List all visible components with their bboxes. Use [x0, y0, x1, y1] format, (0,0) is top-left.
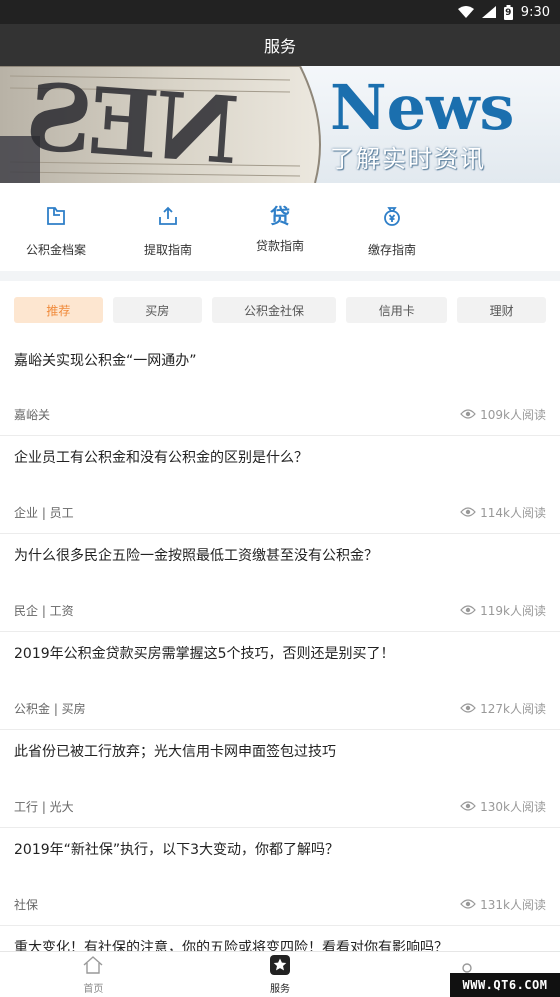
article-tags: 嘉峪关 — [14, 408, 51, 422]
banner-subtitle: 了解实时资讯 — [330, 145, 486, 173]
quick-link-label: 缴存指南 — [367, 243, 416, 257]
home-icon — [82, 955, 104, 978]
battery-icon: 9 — [503, 4, 513, 20]
nav-label: 服务 — [270, 983, 290, 995]
article-views: 119k人阅读 — [480, 604, 546, 618]
battery-level: 9 — [505, 7, 512, 18]
article-item[interactable]: 2019年“新社保”执行，以下3大变动，你都了解吗？ 社保 131k人阅读 — [0, 828, 560, 926]
article-tags: 工行 | 光大 — [14, 800, 74, 814]
nav-service[interactable]: 服务 — [187, 952, 374, 997]
loan-icon: 贷 — [270, 204, 290, 228]
article-tags: 社保 — [14, 898, 39, 912]
article-views: 114k人阅读 — [480, 506, 546, 520]
eye-icon — [460, 800, 476, 814]
tab-credit-card[interactable]: 信用卡 — [346, 297, 448, 323]
nav-label: 首页 — [83, 983, 104, 995]
article-title: 2019年“新社保”执行，以下3大变动，你都了解吗？ — [14, 842, 340, 858]
quick-link-archive[interactable]: 公积金档案 — [0, 183, 112, 271]
article-item[interactable]: 为什么很多民企五险一金按照最低工资缴甚至没有公积金？ 民企 | 工资 119k人… — [0, 534, 560, 632]
eye-icon — [460, 408, 476, 422]
tab-buy-house[interactable]: 买房 — [112, 297, 202, 323]
article-title: 嘉峪关实现公积金“一网通办” — [14, 353, 197, 369]
tab-finance[interactable]: 理财 — [457, 297, 546, 323]
page-title: 服务 — [263, 37, 296, 56]
article-views: 130k人阅读 — [480, 800, 546, 814]
status-bar: 9 9:30 — [0, 0, 560, 24]
article-tags: 民企 | 工资 — [14, 604, 74, 618]
upload-icon — [157, 205, 179, 231]
article-title: 为什么很多民企五险一金按照最低工资缴甚至没有公积金？ — [14, 548, 378, 564]
banner-headline: News — [330, 71, 515, 144]
quick-link-label: 公积金档案 — [25, 243, 86, 257]
eye-icon — [460, 702, 476, 716]
article-title: 企业员工有公积金和没有公积金的区别是什么？ — [14, 450, 308, 466]
tab-recommend[interactable]: 推荐 — [14, 297, 103, 323]
article-item[interactable]: 此省份已被工行放弃；光大信用卡网申面签包过技巧 工行 | 光大 130k人阅读 — [0, 730, 560, 828]
eye-icon — [460, 604, 476, 618]
quick-link-withdraw[interactable]: 提取指南 — [112, 183, 224, 271]
quick-links: 公积金档案 提取指南 贷 贷款指南 缴存指南 — [0, 183, 560, 271]
article-views: 109k人阅读 — [480, 408, 546, 422]
wifi-icon — [457, 6, 474, 18]
section-divider — [0, 271, 560, 281]
status-time: 9:30 — [520, 4, 550, 20]
article-list: 嘉峪关实现公积金“一网通办” 嘉峪关 109k人阅读 企业员工有公积金和没有公积… — [0, 339, 560, 951]
article-views: 127k人阅读 — [480, 702, 546, 716]
banner-paper-text: NES — [26, 66, 243, 183]
quick-link-loan[interactable]: 贷 贷款指南 — [224, 183, 336, 271]
money-bag-icon — [381, 205, 403, 231]
article-title: 此省份已被工行放弃；光大信用卡网申面签包过技巧 — [14, 744, 336, 760]
article-tags: 公积金 | 买房 — [14, 702, 86, 716]
quick-link-deposit[interactable]: 缴存指南 — [336, 183, 448, 271]
signal-icon — [481, 6, 496, 18]
eye-icon — [460, 898, 476, 912]
article-title: 重大变化！有社保的注意，你的五险或将变四险！看看对你有影响吗？ — [14, 940, 448, 951]
category-tabs: 推荐 买房 公积金社保 信用卡 理财 — [0, 281, 560, 339]
article-item[interactable]: 重大变化！有社保的注意，你的五险或将变四险！看看对你有影响吗？ — [0, 926, 560, 951]
star-icon — [270, 954, 290, 978]
quick-link-label: 贷款指南 — [255, 239, 304, 253]
article-title: 2019年公积金贷款买房需掌握这5个技巧，否则还是别买了！ — [14, 646, 395, 662]
nav-home[interactable]: 首页 — [0, 952, 187, 997]
article-item[interactable]: 2019年公积金贷款买房需掌握这5个技巧，否则还是别买了！ 公积金 | 买房 1… — [0, 632, 560, 730]
quick-link-label: 提取指南 — [143, 243, 192, 257]
article-views: 131k人阅读 — [480, 898, 546, 912]
article-item[interactable]: 嘉峪关实现公积金“一网通办” 嘉峪关 109k人阅读 — [0, 339, 560, 436]
tab-fund-social-security[interactable]: 公积金社保 — [211, 297, 337, 323]
eye-icon — [460, 506, 476, 520]
folder-icon — [45, 205, 67, 231]
news-banner[interactable]: NES News 了解实时资讯 — [0, 66, 560, 183]
title-bar: 服务 — [0, 24, 560, 66]
article-tags: 企业 | 员工 — [14, 506, 74, 520]
article-item[interactable]: 企业员工有公积金和没有公积金的区别是什么？ 企业 | 员工 114k人阅读 — [0, 436, 560, 534]
site-watermark: WWW.QT6.COM — [450, 973, 560, 997]
